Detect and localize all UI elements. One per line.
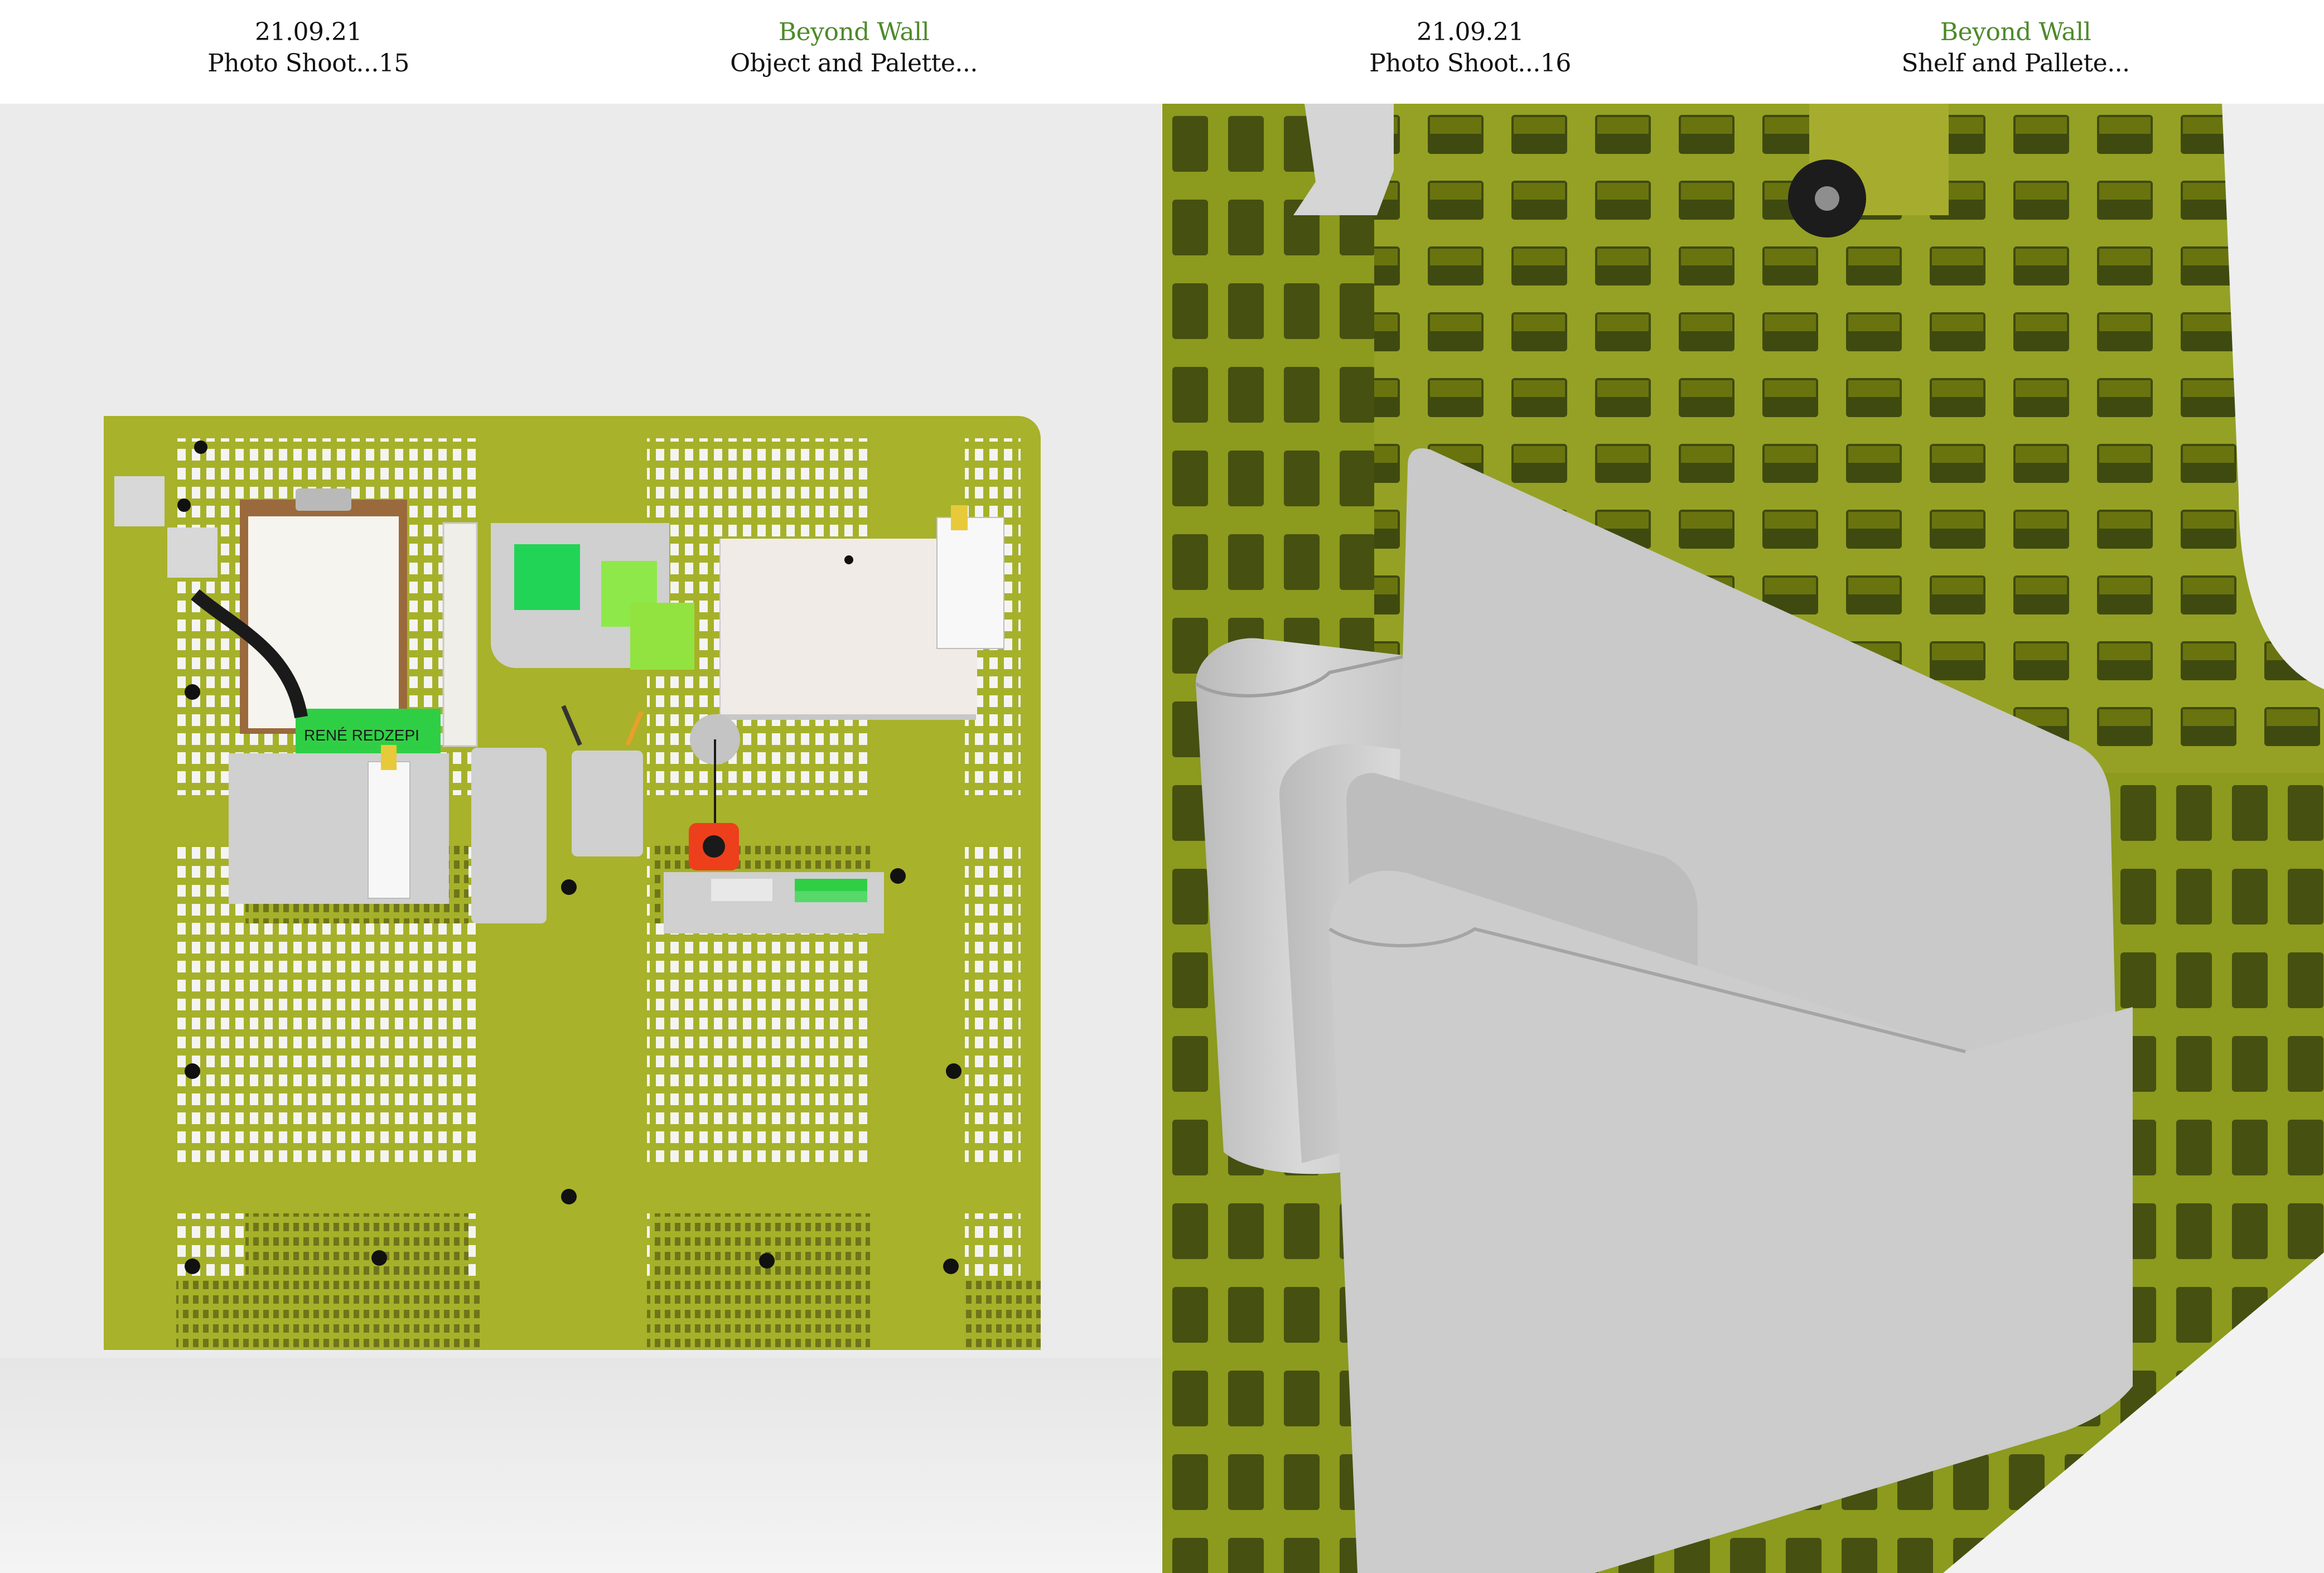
storage-cup-large (229, 745, 449, 904)
caption-series: Beyond Wall (1940, 18, 2091, 46)
caption-photo-shoot-16: 21.09.21 Photo Shoot...16 (1275, 17, 1665, 79)
header-bar: 21.09.21 Photo Shoot...15 Beyond Wall Ob… (0, 0, 2324, 104)
caption-series: Beyond Wall (778, 18, 930, 46)
card-label: RENÉ REDZEPI (304, 727, 419, 744)
green-card: RENÉ REDZEPI (296, 709, 441, 759)
sticky-note-board (491, 523, 694, 670)
shelf-closeup-illustration (1162, 104, 2324, 1573)
caption-title: Photo Shoot...16 (1369, 49, 1571, 78)
clipboard (240, 488, 407, 734)
tape-measure (689, 823, 739, 870)
pallet-illustration: RENÉ REDZEPI (0, 416, 1162, 1573)
caption-date: 21.09.21 (1417, 18, 1524, 46)
grey-tile (114, 476, 165, 526)
caption-subtitle: Shelf and Pallete... (1901, 49, 2130, 78)
tray-shelf (664, 872, 884, 933)
binder-clip (951, 505, 968, 530)
storage-cup-tall (471, 748, 547, 923)
caption-object-and-palette: Beyond Wall Object and Palette... (659, 17, 1049, 79)
sticky-note (514, 544, 580, 610)
folding-ruler (442, 522, 478, 747)
photo-pallet-with-objects: RENÉ REDZEPI (0, 104, 1162, 1573)
caption-date: 21.09.21 (255, 18, 362, 46)
binder-clip (381, 745, 397, 770)
sticky-note (630, 603, 694, 670)
grey-tile (167, 527, 218, 578)
caption-photo-shoot-15: 21.09.21 Photo Shoot...15 (113, 17, 504, 79)
caption-subtitle: Object and Palette... (730, 49, 978, 78)
receipt (936, 517, 1004, 649)
caption-title: Photo Shoot...15 (207, 49, 409, 78)
caption-shelf-and-pallete: Beyond Wall Shelf and Pallete... (1820, 17, 2211, 79)
photo-shelf-closeup (1162, 104, 2324, 1573)
receipt (368, 761, 410, 899)
